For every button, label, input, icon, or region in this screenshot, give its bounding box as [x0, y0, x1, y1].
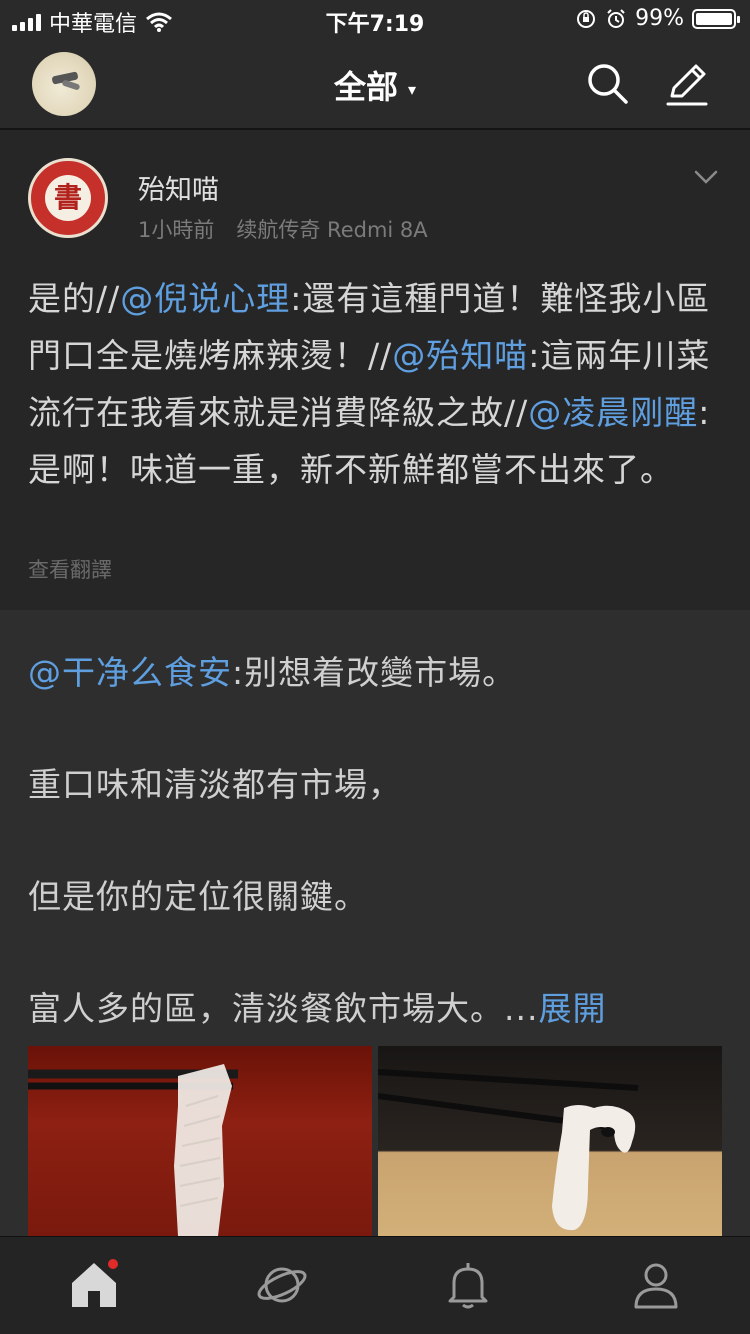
retweet-line: @干净么食安:别想着改變市場。 [28, 646, 728, 694]
expand-link[interactable]: 展開 [538, 989, 606, 1028]
feed-filter-dropdown[interactable]: 全部 ▾ [0, 62, 750, 108]
home-badge-dot [108, 1259, 118, 1269]
profile-icon[interactable] [630, 1259, 682, 1311]
explore-icon[interactable] [256, 1259, 308, 1311]
status-bar: 中華電信 下午7:19 99% [0, 0, 750, 40]
retweet-text: :别想着改變市場。 [232, 653, 517, 692]
post-time: 1小時前 [138, 218, 215, 242]
battery-icon [692, 8, 740, 29]
mention-link[interactable]: @干净么食安 [28, 653, 232, 692]
rotation-lock-icon [577, 9, 596, 28]
chopsticks-tripe-photo[interactable] [28, 1046, 372, 1236]
post-text-segment: 是的// [28, 279, 121, 318]
notification-icon[interactable] [442, 1259, 494, 1311]
translate-link[interactable]: 查看翻譯 [28, 554, 112, 584]
feed-filter-label: 全部 [333, 68, 398, 106]
edit-icon[interactable] [662, 60, 710, 108]
post-body-text: 是的//@倪说心理:還有這種門道！難怪我小區門口全是燒烤麻辣燙！//@殆知喵:這… [28, 270, 724, 498]
battery-percent: 99% [635, 6, 684, 31]
mention-link[interactable]: @凌晨刚醒 [528, 393, 698, 432]
retweet-line: 但是你的定位很關鍵。 [28, 877, 368, 916]
retweet-line: 重口味和清淡都有市場， [28, 765, 402, 804]
alarm-icon [607, 8, 625, 28]
status-right: 99% [575, 6, 740, 31]
retweet-text: 富人多的區，清淡餐飲市場大。... [28, 989, 539, 1028]
battery-fill [696, 12, 732, 25]
feed-post[interactable]: 書 殆知喵 1小時前 续航传奇 Redmi 8A 是的//@倪说心理:還有這種門道… [0, 130, 750, 610]
retweet-line: 富人多的區，清淡餐飲市場大。...展開 [28, 982, 728, 1030]
post-meta: 1小時前 续航传奇 Redmi 8A [138, 214, 428, 244]
post-device: 续航传奇 Redmi 8A [236, 218, 428, 242]
chevron-down-icon[interactable] [692, 168, 720, 188]
post-author-name[interactable]: 殆知喵 [138, 168, 219, 207]
author-avatar[interactable]: 書 [28, 158, 108, 238]
search-icon[interactable] [584, 60, 632, 108]
mention-link[interactable]: @殆知喵 [392, 336, 528, 375]
chopsticks-tripe-photo-2[interactable] [378, 1046, 722, 1236]
bottom-tab-bar [0, 1236, 750, 1334]
mention-link[interactable]: @倪说心理 [120, 279, 290, 318]
avatar-emblem-icon: 書 [45, 175, 91, 221]
retweet-block[interactable]: @干净么食安:别想着改變市場。 重口味和清淡都有市場， 但是你的定位很關鍵。 富… [0, 610, 750, 1236]
top-nav-bar: 全部 ▾ [0, 40, 750, 130]
chevron-down-icon: ▾ [407, 79, 417, 99]
